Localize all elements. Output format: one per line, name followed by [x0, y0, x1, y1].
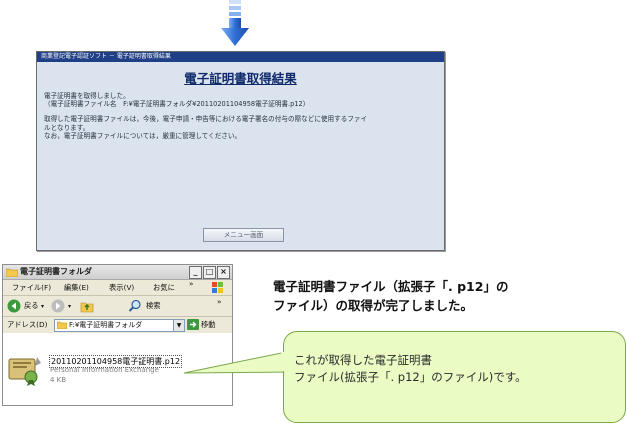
go-button-label[interactable]: 移動 — [201, 320, 216, 330]
menu-favorites[interactable]: お気に — [153, 280, 175, 295]
windows-logo-icon — [212, 282, 223, 293]
address-bar: アドレス(D) F:¥電子証明書フォルダ ▼ 移動 — [3, 317, 232, 334]
menu-overflow-icon[interactable]: » — [189, 276, 193, 291]
message-line: なお，電子証明書ファイルについては，厳重に管理してください。 — [44, 131, 242, 140]
message-line: 電子証明書を取得しました。 — [44, 92, 130, 100]
menu-edit[interactable]: 編集(E) — [64, 280, 89, 295]
address-input[interactable]: F:¥電子証明書フォルダ — [54, 319, 174, 332]
address-dropdown-icon[interactable]: ▼ — [173, 319, 185, 332]
callout-line: これが取得した電子証明書 — [294, 353, 432, 367]
address-value: F:¥電子証明書フォルダ — [69, 321, 143, 329]
folder-icon — [57, 321, 67, 329]
window-titlebar: 商業登記電子認証ソフト － 電子証明書取得結果 — [37, 52, 444, 62]
menu-view[interactable]: 表示(V) — [109, 280, 134, 295]
certificate-file-icon[interactable] — [7, 353, 43, 387]
folder-icon — [6, 268, 18, 277]
file-size: 4 KB — [50, 376, 67, 384]
toolbar-overflow-icon[interactable]: » — [217, 297, 221, 306]
message-line: 取得した電子証明書ファイルは，今後，電子申請・申告等における電子署名の付与の際な… — [44, 115, 368, 124]
address-label: アドレス(D) — [7, 320, 48, 329]
menu-screen-button[interactable]: メニュー画面 — [203, 228, 284, 242]
toolbar: 戻る ▾ ▾ 検索 » — [3, 296, 232, 317]
message-line: ルとなります。 — [44, 123, 90, 132]
certificate-result-window: 商業登記電子認証ソフト － 電子証明書取得結果 電子証明書取得結果 電子証明書を… — [36, 51, 445, 251]
caption-line: 電子証明書ファイル（拡張子「. p12」の — [273, 279, 509, 294]
page-title: 電子証明書取得結果 — [184, 71, 297, 86]
back-button-label[interactable]: 戻る — [24, 301, 39, 311]
completion-caption: 電子証明書ファイル（拡張子「. p12」の ファイル）の取得が完了しました。 — [273, 277, 508, 315]
explorer-title: 電子証明書フォルダ — [20, 267, 92, 276]
forward-arrow-icon[interactable] — [51, 299, 65, 313]
search-icon[interactable] — [128, 299, 142, 313]
maximize-button[interactable]: □ — [203, 266, 216, 279]
file-list: 20110201104958電子証明書.p12 Personal Informa… — [3, 333, 232, 405]
message-line: （電子証明書ファイル名 F:¥電子証明書フォルダ¥20110201104958電… — [44, 100, 310, 109]
result-message: 電子証明書を取得しました。 （電子証明書ファイル名 F:¥電子証明書フォルダ¥2… — [44, 92, 438, 140]
explorer-titlebar: 電子証明書フォルダ _ □ × — [3, 265, 232, 280]
close-button[interactable]: × — [217, 266, 230, 279]
chevron-down-icon[interactable]: ▾ — [68, 303, 71, 310]
down-arrow-icon — [221, 0, 249, 46]
caption-line: ファイル）の取得が完了しました。 — [273, 298, 474, 313]
callout-line: ファイル(拡張子「. p12」のファイル)です。 — [294, 370, 527, 384]
explorer-window: 電子証明書フォルダ _ □ × ファイル(F) 編集(E) 表示(V) お気に … — [2, 264, 233, 406]
menu-file[interactable]: ファイル(F) — [12, 280, 51, 295]
chevron-down-icon[interactable]: ▾ — [41, 303, 44, 310]
file-type: Personal Information Exchange — [50, 366, 159, 374]
menu-bar: ファイル(F) 編集(E) 表示(V) お気に » — [3, 279, 232, 296]
search-button-label[interactable]: 検索 — [146, 301, 161, 311]
up-folder-icon[interactable] — [80, 299, 94, 313]
callout-box: これが取得した電子証明書 ファイル(拡張子「. p12」のファイル)です。 — [283, 331, 626, 423]
back-arrow-icon[interactable] — [7, 299, 21, 313]
go-arrow-icon[interactable] — [187, 319, 199, 330]
